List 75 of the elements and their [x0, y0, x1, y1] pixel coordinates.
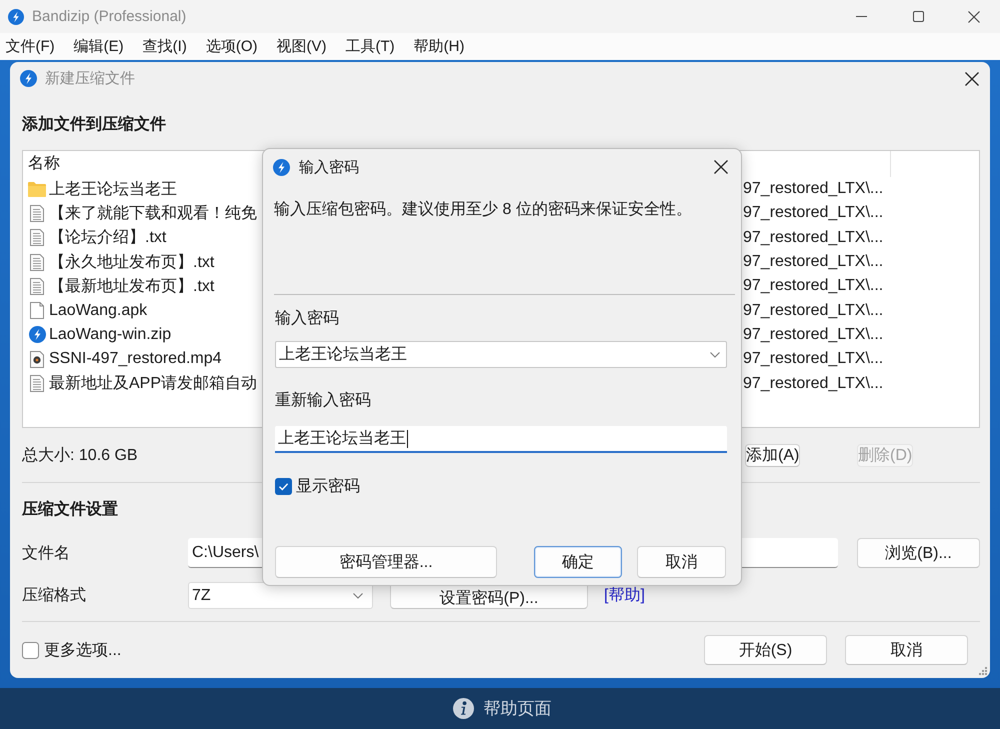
file-name: LaoWang.apk [49, 302, 148, 320]
folder-icon [28, 182, 46, 197]
start-button[interactable]: 开始(S) [704, 635, 827, 665]
password-manager-button[interactable]: 密码管理器... [275, 546, 497, 578]
logo-icon [273, 158, 290, 176]
logo-icon [8, 8, 24, 24]
text-cursor-icon [407, 430, 408, 448]
logo-icon [28, 326, 46, 344]
file-name: 【来了就能下载和观看！纯免 [49, 204, 257, 224]
text-file-icon [30, 204, 44, 222]
ok-button[interactable]: 确定 [534, 546, 622, 578]
cancel-button[interactable]: 取消 [845, 635, 968, 665]
field-label: 压缩格式 [22, 586, 87, 606]
menu-item[interactable]: 工具(T) [336, 33, 404, 60]
menu-item[interactable]: 文件(F) [0, 33, 64, 60]
caret-icon [353, 592, 363, 598]
browse-button[interactable]: 浏览(B)... [857, 538, 980, 568]
confirm-password-field[interactable]: 上老王论坛当老王 [275, 426, 727, 453]
maximize-icon [913, 11, 924, 22]
field-label: 重新输入密码 [275, 391, 372, 411]
text-file-icon [30, 375, 44, 392]
file-name: 上老王论坛当老王 [49, 180, 177, 200]
checkbox-label: 显示密码 [296, 476, 360, 496]
file-path: 97_restored_LTX\... [743, 180, 884, 198]
file-icon [30, 302, 44, 320]
text-file-icon [30, 278, 44, 295]
resize-grip-icon [979, 667, 987, 675]
menu-item[interactable]: 视图(V) [267, 33, 336, 60]
file-path: 97_restored_LTX\... [743, 253, 884, 270]
caret-icon [710, 352, 720, 358]
menu-item[interactable]: 帮助(H) [404, 33, 474, 60]
file-path: 97_restored_LTX\... [743, 204, 884, 222]
file-path: 97_restored_LTX\... [743, 228, 884, 246]
dialog-title: 新建压缩文件 [45, 69, 136, 88]
text-file-icon [30, 254, 44, 271]
section-heading: 压缩文件设置 [22, 500, 119, 520]
close-icon [714, 160, 728, 174]
text-file-icon [30, 229, 44, 246]
dialog-description: 输入压缩包密码。建议使用至少 8 位的密码来保证安全性。 [274, 200, 693, 220]
menu-item[interactable]: 选项(O) [196, 33, 267, 60]
window-title: Bandizip (Professional) [32, 8, 188, 25]
file-name: LaoWang-win.zip [49, 326, 172, 344]
file-name: 最新地址及APP请发邮箱自动 [49, 374, 258, 394]
file-path: 97_restored_LTX\... [743, 326, 884, 343]
menu-item[interactable]: 编辑(E) [64, 33, 134, 60]
close-icon [965, 72, 979, 86]
field-label: 文件名 [22, 544, 71, 564]
file-path: 97_restored_LTX\... [743, 374, 884, 392]
logo-icon [20, 70, 37, 87]
field-label: 输入密码 [275, 309, 340, 329]
file-path: 97_restored_LTX\... [743, 350, 884, 368]
file-name: 【永久地址发布页】.txt [49, 252, 214, 273]
add-button[interactable]: 添加(A) [745, 444, 800, 466]
menu-item[interactable]: 查找(I) [133, 33, 196, 60]
close-icon [968, 10, 980, 22]
checkbox-label: 更多选项... [44, 640, 122, 660]
cancel-button[interactable]: 取消 [637, 546, 726, 578]
checkbox[interactable] [275, 478, 292, 494]
password-field[interactable]: 上老王论坛当老王 [275, 341, 727, 368]
file-path: 97_restored_LTX\... [743, 277, 884, 294]
checkbox[interactable] [22, 642, 39, 658]
video-file-icon [30, 350, 44, 368]
info-icon [452, 698, 474, 719]
minimize-icon [856, 16, 867, 17]
file-name: SSNI-497_restored.mp4 [49, 350, 222, 368]
total-size-label: 总大小: 10.6 GB [22, 446, 139, 466]
file-path: 97_restored_LTX\... [743, 302, 884, 319]
help-link[interactable]: [帮助] [604, 585, 645, 606]
section-heading: 添加文件到压缩文件 [22, 115, 167, 135]
file-name: 【最新地址发布页】.txt [49, 276, 214, 297]
help-page-link[interactable]: 帮助页面 [484, 697, 552, 720]
column-header: 名称 [28, 155, 60, 172]
dialog-title: 输入密码 [299, 158, 360, 176]
file-name: 【论坛介绍】.txt [49, 228, 166, 248]
format-dropdown[interactable]: 7Z [188, 582, 373, 609]
